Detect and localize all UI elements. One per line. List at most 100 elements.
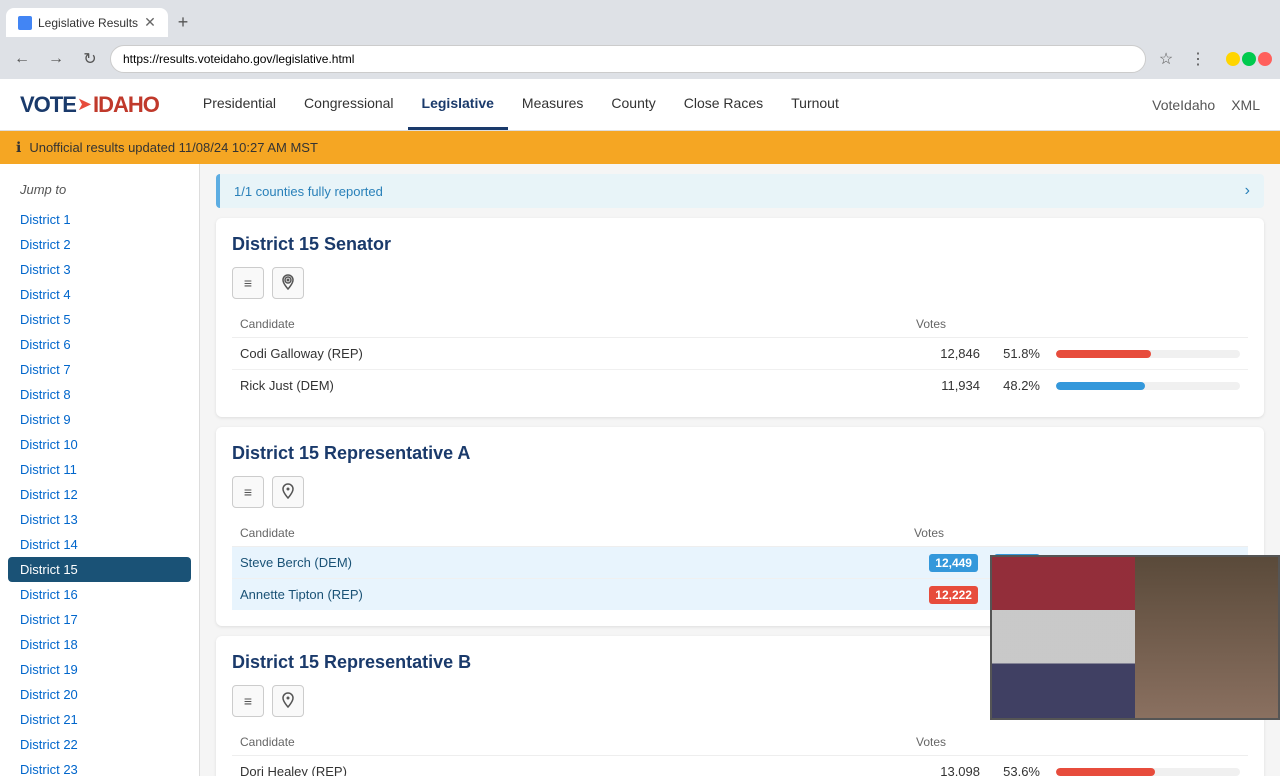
- map-icon: [280, 274, 296, 293]
- vote-bar-container: [1056, 350, 1240, 358]
- sidebar-item-district-6[interactable]: District 6: [0, 332, 199, 357]
- list-view-button-b[interactable]: ≡: [232, 685, 264, 717]
- nav-measures[interactable]: Measures: [508, 79, 597, 130]
- sidebar: Jump to District 1 District 2 District 3…: [0, 164, 200, 776]
- minimize-button[interactable]: [1226, 52, 1240, 66]
- pct-text: 51.8%: [1003, 346, 1040, 361]
- site-logo[interactable]: VOTE ➤ IDAHO: [20, 92, 159, 118]
- candidate-name: Codi Galloway (REP): [232, 338, 908, 370]
- sidebar-item-district-7[interactable]: District 7: [0, 357, 199, 382]
- rep-bar: [1056, 768, 1155, 776]
- candidate-pct: 51.8%: [988, 338, 1048, 370]
- sidebar-item-district-19[interactable]: District 19: [0, 657, 199, 682]
- candidate-votes: 11,934: [908, 370, 988, 402]
- candidate-name: Annette Tipton (REP): [232, 579, 906, 611]
- nav-presidential[interactable]: Presidential: [189, 79, 290, 130]
- sidebar-item-district-9[interactable]: District 9: [0, 407, 199, 432]
- map-icon-a: [280, 483, 296, 502]
- video-overlay: [990, 555, 1280, 720]
- tab-favicon: [18, 16, 32, 30]
- video-content: [992, 557, 1278, 718]
- sidebar-item-district-4[interactable]: District 4: [0, 282, 199, 307]
- tab-bar: Legislative Results ✕ +: [0, 0, 1280, 39]
- vote-idaho-link[interactable]: VoteIdaho: [1152, 97, 1215, 113]
- sidebar-item-district-23[interactable]: District 23: [0, 757, 199, 776]
- col-pct-header-a: [986, 520, 1048, 547]
- alert-text: Unofficial results updated 11/08/24 10:2…: [29, 140, 318, 155]
- back-button[interactable]: ←: [8, 45, 36, 73]
- nav-legislative[interactable]: Legislative: [408, 79, 508, 130]
- sidebar-item-district-1[interactable]: District 1: [0, 207, 199, 232]
- address-bar[interactable]: [110, 45, 1146, 73]
- nav-congressional[interactable]: Congressional: [290, 79, 408, 130]
- candidate-name: Rick Just (DEM): [232, 370, 908, 402]
- table-row: Rick Just (DEM) 11,934 48.2%: [232, 370, 1248, 402]
- sidebar-item-district-2[interactable]: District 2: [0, 232, 199, 257]
- refresh-button[interactable]: ↻: [76, 45, 104, 73]
- votes-badge: 12,449: [929, 554, 978, 572]
- sidebar-item-district-3[interactable]: District 3: [0, 257, 199, 282]
- rep-bar: [1056, 350, 1151, 358]
- xml-link[interactable]: XML: [1231, 97, 1260, 113]
- logo-idaho-text: IDAHO: [93, 92, 159, 118]
- sidebar-item-district-17[interactable]: District 17: [0, 607, 199, 632]
- table-row: Dori Healey (REP) 13,098 53.6%: [232, 756, 1248, 776]
- counties-arrow-icon: ›: [1245, 182, 1250, 200]
- window-controls: [1226, 52, 1272, 66]
- sidebar-item-district-13[interactable]: District 13: [0, 507, 199, 532]
- sidebar-item-district-11[interactable]: District 11: [0, 457, 199, 482]
- browser-toolbar: ← → ↻ ☆ ⋮: [0, 39, 1280, 79]
- col-votes-header-a: Votes: [906, 520, 986, 547]
- votes-badge: 12,222: [929, 586, 978, 604]
- list-view-button[interactable]: ≡: [232, 267, 264, 299]
- nav-close-races[interactable]: Close Races: [670, 79, 777, 130]
- list-icon: ≡: [244, 484, 252, 500]
- race-icon-bar: ≡: [232, 267, 1248, 299]
- sidebar-item-district-20[interactable]: District 20: [0, 682, 199, 707]
- star-button[interactable]: ☆: [1152, 45, 1180, 73]
- candidate-votes: 12,222: [906, 579, 986, 611]
- sidebar-item-district-5[interactable]: District 5: [0, 307, 199, 332]
- candidate-name: Steve Berch (DEM): [232, 547, 906, 579]
- tab-title: Legislative Results: [38, 16, 138, 30]
- sidebar-jump-label: Jump to: [0, 176, 199, 203]
- candidate-votes: 13,098: [908, 756, 988, 776]
- list-icon: ≡: [244, 275, 252, 291]
- map-view-button[interactable]: [272, 267, 304, 299]
- counties-banner[interactable]: 1/1 counties fully reported ›: [216, 174, 1264, 208]
- candidate-votes: 12,449: [906, 547, 986, 579]
- map-view-button-a[interactable]: [272, 476, 304, 508]
- tab-close-button[interactable]: ✕: [144, 14, 156, 31]
- maximize-button[interactable]: [1242, 52, 1256, 66]
- sidebar-item-district-22[interactable]: District 22: [0, 732, 199, 757]
- map-icon-b: [280, 692, 296, 711]
- nav-turnout[interactable]: Turnout: [777, 79, 853, 130]
- col-candidate-header-a: Candidate: [232, 520, 906, 547]
- sidebar-item-district-18[interactable]: District 18: [0, 632, 199, 657]
- sidebar-item-district-15[interactable]: District 15: [8, 557, 191, 582]
- menu-button[interactable]: ⋮: [1184, 45, 1212, 73]
- sidebar-item-district-16[interactable]: District 16: [0, 582, 199, 607]
- race-icon-bar-a: ≡: [232, 476, 1248, 508]
- close-button[interactable]: [1258, 52, 1272, 66]
- logo-arrow-icon: ➤: [77, 94, 92, 115]
- map-view-button-b[interactable]: [272, 685, 304, 717]
- candidate-name: Dori Healey (REP): [232, 756, 908, 776]
- alert-banner: ℹ Unofficial results updated 11/08/24 10…: [0, 131, 1280, 164]
- candidate-votes: 12,846: [908, 338, 988, 370]
- col-pct-header: [988, 311, 1048, 338]
- logo-vote-text: VOTE: [20, 92, 76, 118]
- main-nav: Presidential Congressional Legislative M…: [189, 79, 853, 130]
- sidebar-item-district-10[interactable]: District 10: [0, 432, 199, 457]
- active-tab[interactable]: Legislative Results ✕: [6, 8, 168, 37]
- sidebar-item-district-8[interactable]: District 8: [0, 382, 199, 407]
- candidate-pct: 53.6%: [988, 756, 1048, 776]
- nav-county[interactable]: County: [597, 79, 669, 130]
- list-view-button-a[interactable]: ≡: [232, 476, 264, 508]
- sidebar-item-district-12[interactable]: District 12: [0, 482, 199, 507]
- sidebar-item-district-14[interactable]: District 14: [0, 532, 199, 557]
- vote-bar-cell: [1048, 338, 1248, 370]
- new-tab-button[interactable]: +: [168, 6, 199, 39]
- forward-button[interactable]: →: [42, 45, 70, 73]
- counties-text: 1/1 counties fully reported: [234, 184, 383, 199]
